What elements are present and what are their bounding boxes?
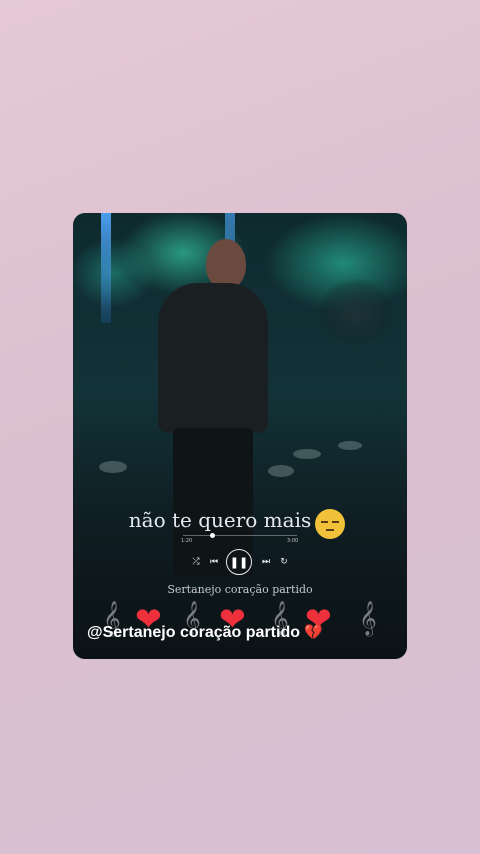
player-controls: ⤮ ⏮ ❚❚ ⏭ ↻ bbox=[185, 549, 295, 577]
next-icon[interactable]: ⏭ bbox=[261, 557, 271, 567]
floor-spot bbox=[338, 441, 362, 450]
light-beam bbox=[101, 213, 111, 323]
username-mention[interactable]: @Sertanejo coração partido 💔 bbox=[87, 623, 323, 642]
broken-heart-icon: 💔 bbox=[300, 624, 323, 641]
floor-spot bbox=[99, 461, 127, 473]
repeat-icon[interactable]: ↻ bbox=[279, 557, 289, 567]
singer-head bbox=[206, 239, 246, 289]
song-subtitle: Sertanejo coração partido bbox=[167, 583, 313, 596]
pause-button[interactable]: ❚❚ bbox=[226, 549, 252, 575]
lyric-line: não te quero mais bbox=[128, 508, 312, 532]
pensive-face-icon bbox=[315, 509, 345, 539]
progress-handle[interactable] bbox=[209, 533, 215, 538]
previous-icon[interactable]: ⏮ bbox=[209, 557, 219, 567]
username-text: @Sertanejo coração partido bbox=[87, 624, 300, 641]
drum-kit bbox=[311, 253, 401, 353]
shuffle-icon[interactable]: ⤮ bbox=[191, 557, 201, 567]
floor-spot bbox=[268, 465, 294, 477]
total-time: 3:00 bbox=[287, 538, 299, 544]
elapsed-time: 1:20 bbox=[181, 538, 193, 544]
treble-clef-icon: 𝄞 bbox=[359, 601, 377, 636]
floor-spot bbox=[293, 449, 321, 459]
progress-bar[interactable] bbox=[183, 533, 297, 538]
singer-body bbox=[158, 283, 268, 433]
story-card[interactable]: não te quero mais 1:20 3:00 ⤮ ⏮ ❚❚ ⏭ ↻ S… bbox=[73, 213, 407, 659]
